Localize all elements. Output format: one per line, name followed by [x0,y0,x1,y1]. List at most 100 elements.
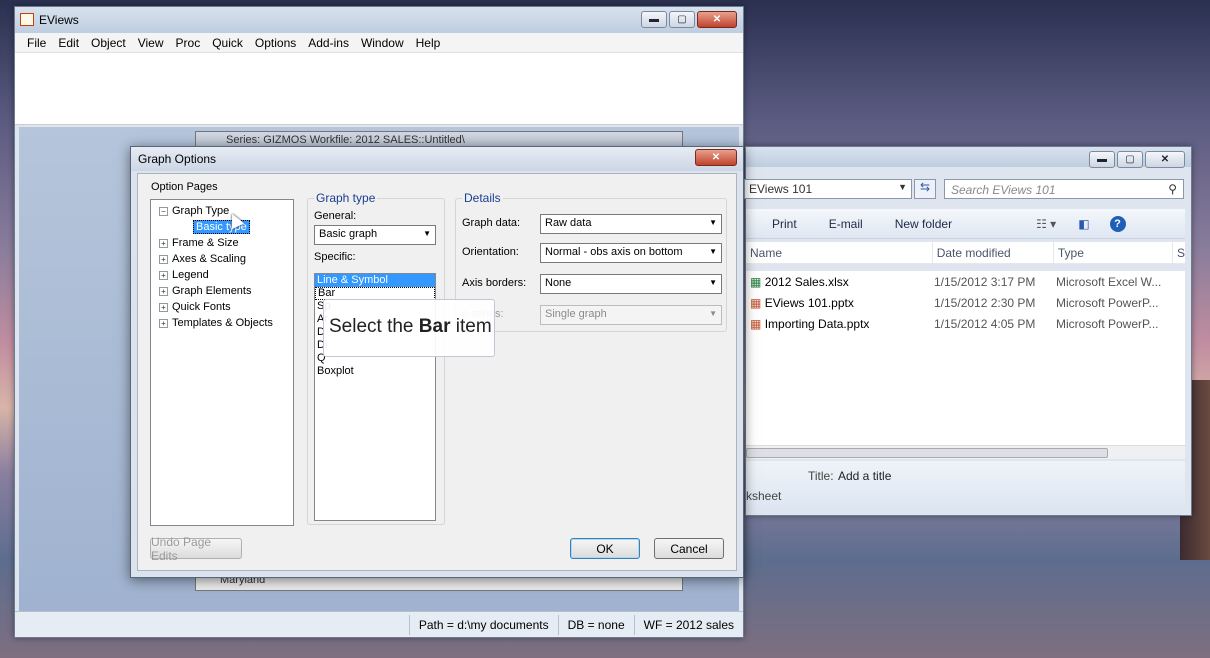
tree-label: Legend [172,269,209,281]
multi-series-select: Single graph ▼ [540,305,722,325]
collapse-icon[interactable]: − [159,206,168,216]
specific-label: Specific: [314,251,356,263]
expand-icon[interactable]: + [159,238,168,248]
tree-item-templates-objects[interactable]: + Templates & Objects [159,315,273,331]
table-row[interactable]: ▦ Importing Data.pptx 1/15/2012 4:05 PM … [746,313,1185,334]
explorer-toolbar: Print E-mail New folder ☷ ▾ ◧ ? [746,209,1185,239]
expand-icon[interactable]: + [159,318,168,328]
list-item-boxplot[interactable]: Boxplot [315,365,435,378]
axis-borders-select[interactable]: None ▼ [540,274,722,294]
axis-borders-label: Axis borders: [462,277,527,289]
eviews-app-icon [20,13,34,26]
axis-borders-value: None [545,277,572,289]
explorer-minimize-button[interactable]: ▬ [1089,151,1115,168]
file-type: Microsoft PowerP... [1056,316,1159,331]
minimize-button[interactable]: ▬ [641,11,667,28]
scrollbar-thumb[interactable] [746,448,1108,458]
status-bar: Path = d:\my documents DB = none WF = 20… [15,611,743,637]
graph-type-group: Graph type General: Basic graph ▼ Specifi… [307,191,445,525]
menu-window[interactable]: Window [355,36,410,50]
table-row[interactable]: ▦ 2012 Sales.xlsx 1/15/2012 3:17 PM Micr… [746,271,1185,292]
column-name[interactable]: Name [746,242,933,263]
menu-object[interactable]: Object [85,36,132,50]
list-item-line-symbol[interactable]: Line & Symbol [315,274,435,287]
search-icon[interactable]: ⚲ [1168,182,1177,196]
details-group-label: Details [462,191,503,205]
email-button[interactable]: E-mail [813,217,879,231]
multi-series-value: Single graph [545,308,607,320]
option-pages-label: Option Pages [151,181,218,193]
eviews-title: EViews [15,7,743,33]
orientation-select[interactable]: Normal - obs axis on bottom ▼ [540,243,722,263]
tree-item-graph-elements[interactable]: + Graph Elements [159,283,251,299]
tree-label: Quick Fonts [172,301,231,313]
column-type[interactable]: Type [1054,242,1174,263]
status-db: DB = none [557,614,634,635]
view-options-icon[interactable]: ☷ ▾ [1036,217,1056,231]
tree-label: Templates & Objects [172,317,273,329]
maximize-button[interactable]: ▢ [669,11,695,28]
new-folder-button[interactable]: New folder [879,217,968,231]
details-sheet-label: ksheet [746,489,782,503]
menu-quick[interactable]: Quick [206,36,249,50]
close-button[interactable]: ✕ [697,11,737,28]
chevron-down-icon: ▼ [709,278,717,287]
undo-page-edits-button[interactable]: Undo Page Edits [150,535,242,563]
orientation-label: Orientation: [462,246,519,258]
tree-label: Graph Type [172,205,230,217]
preview-pane-icon[interactable]: ◧ [1078,217,1089,231]
help-icon[interactable]: ? [1109,215,1126,232]
status-wf: WF = 2012 sales [633,614,743,635]
ok-button[interactable]: OK [570,538,640,559]
graph-data-select[interactable]: Raw data ▼ [540,214,722,234]
column-date[interactable]: Date modified [933,242,1054,263]
file-date: 1/15/2012 3:17 PM [934,274,1036,289]
tree-item-graph-type[interactable]: − Graph Type [159,203,229,219]
table-row[interactable]: ▦ EViews 101.pptx 1/15/2012 2:30 PM Micr… [746,292,1185,313]
general-select[interactable]: Basic graph ▼ [314,225,436,245]
explorer-window-controls: ▬ ▢ ✕ [1089,151,1185,168]
file-name: 2012 Sales.xlsx [764,274,849,289]
menu-options[interactable]: Options [249,36,302,50]
explorer-maximize-button[interactable]: ▢ [1117,151,1143,168]
print-button[interactable]: Print [746,217,813,231]
tree-label: Graph Elements [172,285,252,297]
tree-item-axes-scaling[interactable]: + Axes & Scaling [159,251,246,267]
address-bar[interactable]: EViews 101 ▼ [744,179,912,199]
explorer-close-button[interactable]: ✕ [1145,151,1185,168]
expand-icon[interactable]: + [159,254,168,264]
search-placeholder: Search EViews 101 [951,183,1056,197]
chevron-down-icon: ▼ [709,309,717,318]
details-title-value[interactable]: Add a title [838,469,891,483]
tree-item-legend[interactable]: + Legend [159,267,209,283]
eviews-window-controls: ▬ ▢ ✕ [641,11,737,28]
menu-help[interactable]: Help [410,36,447,50]
details-pane: Title: Add a title ksheet [746,461,1185,509]
tree-item-quick-fonts[interactable]: + Quick Fonts [159,299,231,315]
chevron-down-icon[interactable]: ▼ [898,182,907,192]
horizontal-scrollbar[interactable] [746,445,1185,459]
menu-add-ins[interactable]: Add-ins [302,36,355,50]
expand-icon[interactable]: + [159,302,168,312]
file-type: Microsoft PowerP... [1056,295,1159,310]
graph-options-dialog: Graph Options ✕ Option Pages − Graph Type… [130,146,744,578]
tree-item-frame-size[interactable]: + Frame & Size [159,235,239,251]
excel-file-icon: ▦ [750,274,762,289]
expand-icon[interactable]: + [159,270,168,280]
menu-bar: File Edit Object View Proc Quick Options… [15,33,743,53]
menu-edit[interactable]: Edit [52,36,85,50]
expand-icon[interactable]: + [159,286,168,296]
column-size[interactable]: Si [1173,242,1185,263]
cancel-button[interactable]: Cancel [654,538,724,559]
details-group: Details Graph data: Raw data ▼ Orientatio… [455,191,727,332]
powerpoint-file-icon: ▦ [750,295,762,310]
tree-label: Axes & Scaling [172,253,246,265]
menu-file[interactable]: File [21,36,52,50]
menu-proc[interactable]: Proc [170,36,207,50]
command-window[interactable] [15,53,743,125]
dialog-close-button[interactable]: ✕ [695,149,737,166]
refresh-icon[interactable]: ⇆ [914,179,936,199]
menu-view[interactable]: View [132,36,170,50]
search-input[interactable]: Search EViews 101 ⚲ [944,179,1184,199]
chevron-down-icon: ▼ [709,218,717,227]
